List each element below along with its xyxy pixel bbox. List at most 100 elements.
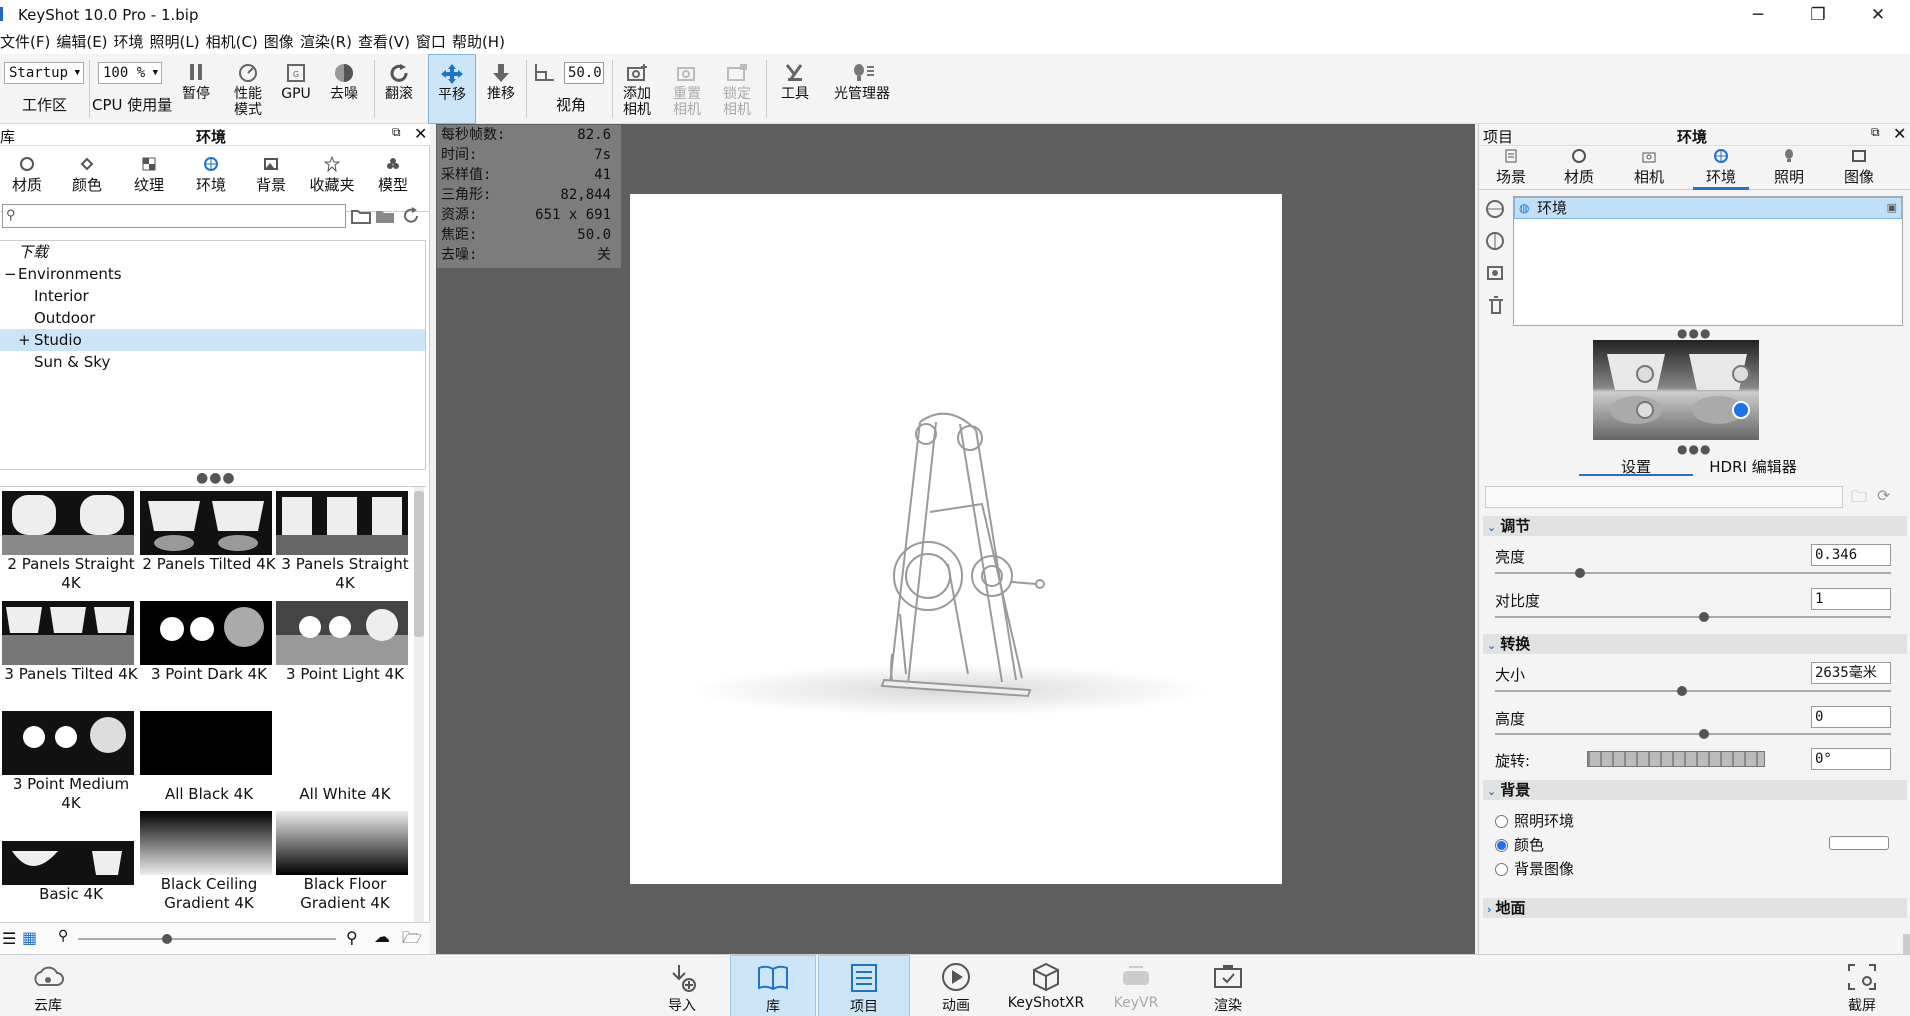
maximize-button[interactable]: ❐	[1788, 0, 1848, 30]
cpu-usage-select[interactable]: 100 % ▼	[98, 62, 162, 84]
menu-edit[interactable]: 编辑(E)	[56, 30, 113, 54]
duplicate-environment-icon[interactable]	[1485, 230, 1507, 252]
bg-option-color[interactable]: 颜色	[1495, 834, 1544, 855]
light-manager-button[interactable]: 光管理器	[826, 54, 898, 124]
splitter-handle[interactable]: ●●●	[1677, 326, 1711, 340]
size-slider[interactable]	[1495, 686, 1891, 696]
menu-view[interactable]: 查看(V)	[358, 30, 416, 54]
pan-button[interactable]: 平移	[428, 54, 476, 124]
refresh-icon[interactable]	[400, 206, 422, 226]
new-folder-icon[interactable]	[350, 206, 372, 226]
brightness-slider[interactable]	[1495, 568, 1891, 578]
tree-item-studio[interactable]: + Studio	[0, 329, 425, 351]
undock-icon[interactable]: ⧉	[1871, 125, 1880, 140]
workspace-select[interactable]: Startup ▼	[4, 62, 84, 84]
import-folder-icon[interactable]	[374, 206, 396, 226]
render-button[interactable]: 渲染	[1200, 955, 1256, 1016]
library-search-input[interactable]: ⚲	[2, 204, 346, 228]
minimize-button[interactable]: ─	[1728, 0, 1788, 30]
scrollbar-thumb[interactable]	[414, 491, 424, 637]
bg-option-image[interactable]: 背景图像	[1495, 858, 1574, 879]
slider-knob[interactable]	[1699, 729, 1709, 739]
radio-button[interactable]	[1495, 863, 1508, 876]
environment-list-item[interactable]: ◍ 环境 ▣	[1514, 197, 1902, 219]
environment-settings-icon[interactable]	[1485, 262, 1507, 284]
tab-colors[interactable]: 颜色	[66, 146, 108, 212]
collapse-icon[interactable]: −	[4, 263, 17, 285]
tree-item-outdoor[interactable]: Outdoor	[0, 307, 425, 329]
zoom-in-icon[interactable]: ⚲	[346, 928, 358, 947]
keyvr-button[interactable]: KeyVR	[1108, 955, 1164, 1016]
screenshot-button[interactable]: 截屏	[1834, 955, 1890, 1016]
render-canvas[interactable]	[630, 194, 1282, 884]
animation-button[interactable]: 动画	[928, 955, 984, 1016]
reset-camera-button[interactable]: 重置 相机	[666, 54, 708, 124]
thumbnail-size-slider[interactable]	[78, 934, 336, 944]
tab-backplates[interactable]: 背景	[250, 146, 292, 212]
menu-lighting[interactable]: 照明(L)	[150, 30, 206, 54]
add-camera-button[interactable]: 添加 相机	[616, 54, 658, 124]
tab-materials[interactable]: 材质	[1559, 146, 1599, 190]
pause-button[interactable]: 暂停	[172, 54, 220, 124]
rotation-jog-dial[interactable]	[1587, 751, 1765, 767]
import-button[interactable]: 导入	[654, 955, 710, 1016]
slider-knob[interactable]	[162, 934, 172, 944]
splitter-handle[interactable]: ●●●	[196, 470, 236, 486]
tumble-button[interactable]: 翻滚	[378, 54, 420, 124]
bg-option-lighting-env[interactable]: 照明环境	[1495, 810, 1574, 831]
brightness-input[interactable]: 0.346	[1811, 544, 1891, 566]
fov-input[interactable]: 50.0	[564, 62, 604, 84]
close-panel-icon[interactable]: ✕	[1893, 124, 1906, 143]
list-view-icon[interactable]: ☰	[2, 929, 16, 948]
cloud-upload-icon[interactable]: ☁	[374, 927, 390, 946]
tools-button[interactable]: 工具	[772, 54, 818, 124]
project-toggle-button[interactable]: 项目	[818, 955, 910, 1016]
env-thumb-2-panels-tilted[interactable]: 2 Panels Tilted 4K	[140, 491, 278, 574]
grid-view-icon[interactable]: ▦	[22, 928, 37, 947]
refresh-icon[interactable]: ⟳	[1877, 486, 1890, 505]
zoom-out-icon[interactable]: ⚲	[58, 928, 68, 944]
env-thumb-3-point-light[interactable]: 3 Point Light 4K	[276, 601, 414, 684]
menu-camera[interactable]: 相机(C)	[206, 30, 264, 54]
denoise-button[interactable]: 去噪	[320, 54, 368, 124]
menu-environment[interactable]: 环境	[114, 30, 150, 54]
tab-camera[interactable]: 相机	[1629, 146, 1669, 190]
radio-button[interactable]	[1495, 815, 1508, 828]
expand-icon[interactable]: +	[18, 329, 31, 351]
env-thumb-3-panels-tilted[interactable]: 3 Panels Tilted 4K	[2, 601, 140, 684]
gpu-button[interactable]: G GPU	[276, 54, 316, 124]
env-thumb-3-point-dark[interactable]: 3 Point Dark 4K	[140, 601, 278, 684]
subtab-settings[interactable]: 设置	[1579, 456, 1693, 476]
env-thumb-all-white[interactable]: All White 4K	[276, 711, 414, 804]
tab-environments[interactable]: 环境	[182, 146, 240, 212]
section-transform[interactable]: ⌄ 转换	[1483, 634, 1907, 654]
menu-window[interactable]: 窗口	[416, 30, 452, 54]
keyshotxr-button[interactable]: KeyShotXR	[1006, 955, 1086, 1016]
cloud-library-button[interactable]: 云库	[20, 955, 76, 1016]
splitter-handle[interactable]: ●●●	[1677, 442, 1711, 456]
tab-models[interactable]: 模型	[372, 146, 414, 212]
lock-camera-button[interactable]: 锁定 相机	[716, 54, 758, 124]
tree-item-download[interactable]: 下载	[0, 241, 425, 263]
env-thumb-3-panels-straight[interactable]: 3 Panels Straight 4K	[276, 491, 414, 593]
menu-file[interactable]: 文件(F)	[0, 30, 56, 54]
close-button[interactable]: ✕	[1848, 0, 1908, 30]
tab-scene[interactable]: 场景	[1491, 146, 1531, 190]
menu-image[interactable]: 图像	[264, 30, 300, 54]
radio-button-selected[interactable]	[1495, 839, 1508, 852]
section-adjust[interactable]: ⌄ 调节	[1483, 516, 1907, 536]
height-input[interactable]: 0	[1811, 706, 1891, 728]
tab-image[interactable]: 图像	[1839, 146, 1879, 190]
env-thumb-3-point-medium[interactable]: 3 Point Medium 4K	[2, 711, 140, 813]
performance-mode-button[interactable]: 性能 模式	[222, 54, 274, 124]
size-input[interactable]: 2635毫米	[1811, 662, 1891, 684]
env-thumb-2-panels-straight[interactable]: 2 Panels Straight 4K	[2, 491, 140, 593]
hdri-path-input[interactable]	[1485, 486, 1843, 508]
add-environment-icon[interactable]	[1485, 198, 1507, 220]
tab-materials[interactable]: 材质	[6, 146, 48, 212]
slider-knob[interactable]	[1677, 686, 1687, 696]
rotation-input[interactable]: 0°	[1811, 748, 1891, 770]
env-thumb-black-ceiling-gradient[interactable]: Black Ceiling Gradient 4K	[140, 811, 278, 913]
height-slider[interactable]	[1495, 729, 1891, 739]
tree-item-sun-sky[interactable]: Sun & Sky	[0, 351, 425, 373]
